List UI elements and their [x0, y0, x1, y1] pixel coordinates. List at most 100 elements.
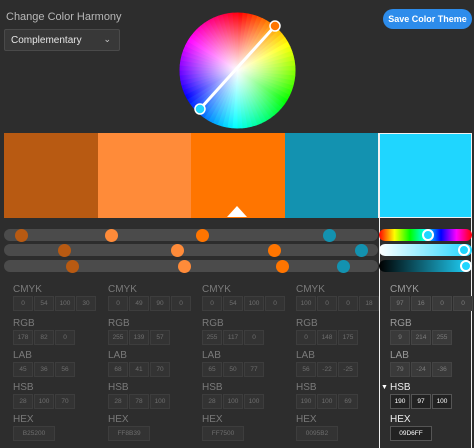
hue-knob-3[interactable] — [195, 228, 209, 242]
color-swatch-4[interactable] — [284, 133, 379, 218]
saturation-knob-3[interactable] — [268, 243, 282, 257]
active-brightness-slider[interactable] — [379, 260, 472, 272]
rgb-label: RGB — [13, 318, 35, 329]
lab-field-2[interactable]: 36 — [34, 362, 54, 377]
lab-label: LAB — [296, 350, 315, 361]
brightness-knob-3[interactable] — [275, 259, 289, 273]
lab-field-3[interactable]: 77 — [244, 362, 264, 377]
brightness-knob-1[interactable] — [65, 259, 79, 273]
brightness-knob-4[interactable] — [337, 259, 351, 273]
rgb-field-3[interactable]: 175 — [338, 330, 358, 345]
cmyk-field-3[interactable]: 100 — [244, 296, 264, 311]
rgb-field-3[interactable]: 0 — [244, 330, 264, 345]
rgb-field-2[interactable]: 214 — [411, 330, 431, 345]
lab-field-3[interactable]: 56 — [55, 362, 75, 377]
color-wheel[interactable] — [179, 12, 296, 129]
hsb-field-1[interactable]: 28 — [202, 394, 222, 409]
hsb-field-3[interactable]: 100 — [150, 394, 170, 409]
lab-field-2[interactable]: 50 — [223, 362, 243, 377]
lab-field-3[interactable]: 70 — [150, 362, 170, 377]
hsb-field-1[interactable]: 190 — [296, 394, 316, 409]
cmyk-field-1[interactable]: 0 — [108, 296, 128, 311]
harmony-dropdown[interactable]: Complementary ⌄ — [4, 29, 120, 51]
rgb-field-1[interactable]: 255 — [108, 330, 128, 345]
cmyk-field-1[interactable]: 0 — [202, 296, 222, 311]
active-brightness-knob[interactable] — [460, 260, 472, 272]
lab-field-2[interactable]: -24 — [411, 362, 431, 377]
active-hue-knob[interactable] — [421, 229, 434, 241]
cmyk-field-1[interactable]: 97 — [390, 296, 410, 311]
hsb-field-2[interactable]: 78 — [129, 394, 149, 409]
rgb-field-3[interactable]: 255 — [432, 330, 452, 345]
cmyk-field-1[interactable]: 0 — [13, 296, 33, 311]
hsb-field-2[interactable]: 100 — [223, 394, 243, 409]
hex-field[interactable]: 0095B2 — [296, 426, 338, 441]
rgb-field-3[interactable]: 57 — [150, 330, 170, 345]
rgb-field-1[interactable]: 178 — [13, 330, 33, 345]
cmyk-field-4[interactable]: 0 — [453, 296, 473, 311]
hue-knob-1[interactable] — [14, 228, 28, 242]
hsb-field-3[interactable]: 100 — [244, 394, 264, 409]
hsb-field-2[interactable]: 100 — [317, 394, 337, 409]
lab-field-1[interactable]: 45 — [13, 362, 33, 377]
cmyk-field-2[interactable]: 0 — [317, 296, 337, 311]
cmyk-field-2[interactable]: 16 — [411, 296, 431, 311]
cmyk-field-2[interactable]: 54 — [223, 296, 243, 311]
hsb-field-3[interactable]: 100 — [432, 394, 452, 409]
color-swatch-1[interactable] — [4, 133, 99, 218]
lab-field-1[interactable]: 56 — [296, 362, 316, 377]
lab-field-3[interactable]: -25 — [338, 362, 358, 377]
rgb-field-3[interactable]: 0 — [55, 330, 75, 345]
hue-knob-2[interactable] — [105, 228, 119, 242]
color-swatch-2[interactable] — [97, 133, 192, 218]
base-color-handle[interactable] — [269, 20, 281, 32]
active-saturation-knob[interactable] — [457, 244, 470, 256]
lab-field-1[interactable]: 65 — [202, 362, 222, 377]
cmyk-field-2[interactable]: 49 — [129, 296, 149, 311]
lab-field-1[interactable]: 79 — [390, 362, 410, 377]
hex-field[interactable]: 09D6FF — [390, 426, 432, 441]
cmyk-field-4[interactable]: 0 — [171, 296, 191, 311]
cmyk-field-2[interactable]: 54 — [34, 296, 54, 311]
hex-field[interactable]: FF7500 — [202, 426, 244, 441]
lab-field-2[interactable]: 41 — [129, 362, 149, 377]
rgb-field-1[interactable]: 255 — [202, 330, 222, 345]
cmyk-field-3[interactable]: 0 — [338, 296, 358, 311]
cmyk-field-3[interactable]: 100 — [55, 296, 75, 311]
hsb-field-2[interactable]: 97 — [411, 394, 431, 409]
hsb-field-3[interactable]: 70 — [55, 394, 75, 409]
saturation-knob-1[interactable] — [58, 243, 72, 257]
hsb-field-1[interactable]: 190 — [390, 394, 410, 409]
rgb-field-1[interactable]: 0 — [296, 330, 316, 345]
hex-field[interactable]: FF8B39 — [108, 426, 150, 441]
hex-field[interactable]: B25200 — [13, 426, 55, 441]
hsb-field-1[interactable]: 28 — [108, 394, 128, 409]
brightness-knob-2[interactable] — [177, 259, 191, 273]
cmyk-field-3[interactable]: 0 — [432, 296, 452, 311]
hsb-field-2[interactable]: 100 — [34, 394, 54, 409]
rgb-field-2[interactable]: 139 — [129, 330, 149, 345]
lab-field-2[interactable]: -22 — [317, 362, 337, 377]
cmyk-field-3[interactable]: 90 — [150, 296, 170, 311]
saturation-knob-2[interactable] — [170, 243, 184, 257]
lab-field-3[interactable]: -36 — [432, 362, 452, 377]
cmyk-field-4[interactable]: 18 — [359, 296, 379, 311]
hsb-field-3[interactable]: 69 — [338, 394, 358, 409]
save-color-theme-button[interactable]: Save Color Theme — [383, 9, 472, 29]
hsb-field-1[interactable]: 28 — [13, 394, 33, 409]
cmyk-field-4[interactable]: 30 — [76, 296, 96, 311]
complement-color-handle[interactable] — [194, 103, 206, 115]
rgb-field-2[interactable]: 148 — [317, 330, 337, 345]
rgb-field-2[interactable]: 117 — [223, 330, 243, 345]
rgb-field-1[interactable]: 9 — [390, 330, 410, 345]
cmyk-field-1[interactable]: 100 — [296, 296, 316, 311]
saturation-knob-4[interactable] — [355, 243, 369, 257]
chevron-down-icon: ⌄ — [103, 34, 111, 44]
lab-field-1[interactable]: 68 — [108, 362, 128, 377]
brightness-slider[interactable] — [4, 260, 378, 272]
hue-knob-4[interactable] — [322, 228, 336, 242]
hue-slider[interactable] — [4, 229, 378, 241]
cmyk-field-4[interactable]: 0 — [265, 296, 285, 311]
caret-down-icon: ▼ — [381, 384, 388, 391]
rgb-field-2[interactable]: 82 — [34, 330, 54, 345]
